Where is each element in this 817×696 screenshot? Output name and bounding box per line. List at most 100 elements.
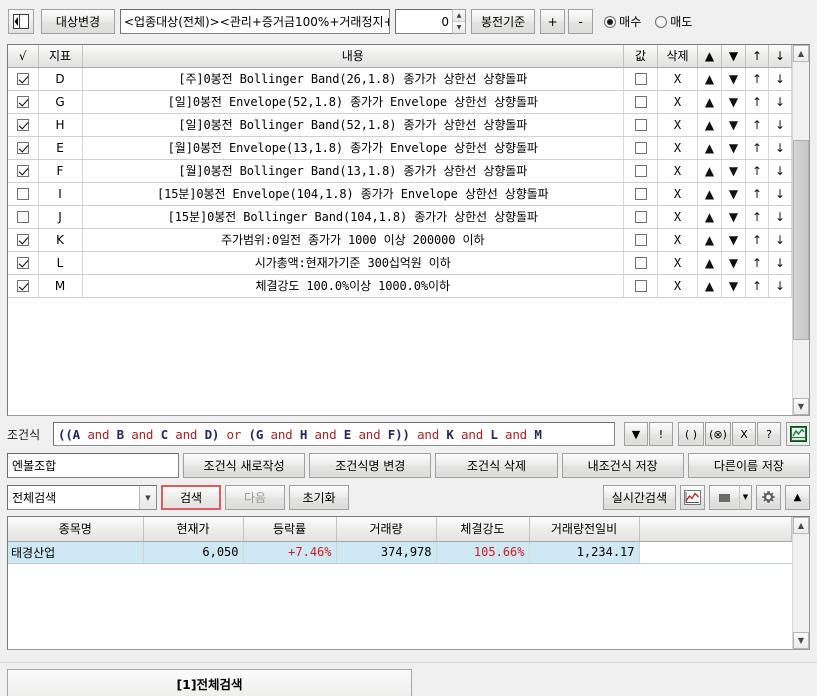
row-value-cell[interactable] <box>623 228 658 252</box>
table-row[interactable]: L 시가총액:현재가기준 300십억원 이하 X ▲ ▼ ↑ ↓ <box>8 251 792 275</box>
row-move-top-button[interactable]: ▲ <box>697 251 722 275</box>
results-scroll-down-icon[interactable]: ▼ <box>793 632 809 649</box>
excel-export-icon[interactable] <box>786 422 810 446</box>
row-move-bottom-button[interactable]: ▼ <box>721 251 746 275</box>
row-value-cell[interactable] <box>623 182 658 206</box>
row-value-cell[interactable] <box>623 90 658 114</box>
row-move-bottom-button[interactable]: ▼ <box>721 182 746 206</box>
row-enable-cell[interactable] <box>8 90 39 114</box>
scroll-down-icon[interactable]: ▼ <box>793 398 809 415</box>
row-value-checkbox[interactable] <box>634 211 647 223</box>
row-move-top-button[interactable]: ▲ <box>697 228 722 252</box>
save-as-condition-button[interactable]: 다른이름 저장 <box>687 453 811 478</box>
row-move-down-button[interactable]: ↓ <box>768 205 792 229</box>
row-enable-checkbox[interactable] <box>16 165 29 177</box>
chart-icon[interactable] <box>680 485 705 510</box>
radio-sell-dot-icon[interactable] <box>655 15 668 28</box>
row-move-down-button[interactable]: ↓ <box>768 136 792 160</box>
row-move-down-button[interactable]: ↓ <box>768 159 792 183</box>
formula-parenthesis-button[interactable]: ( ) <box>678 422 704 446</box>
row-move-bottom-button[interactable]: ▼ <box>721 67 746 91</box>
reset-button[interactable]: 초기화 <box>289 485 349 510</box>
row-enable-checkbox[interactable] <box>16 142 29 154</box>
row-value-checkbox[interactable] <box>634 234 647 246</box>
row-value-cell[interactable] <box>623 274 658 298</box>
table-row[interactable]: K 주가범위:0일전 종가가 1000 이상 200000 이하 X ▲ ▼ ↑ ↓ <box>8 228 792 252</box>
row-enable-checkbox[interactable] <box>16 280 29 292</box>
results-col-price[interactable]: 현재가 <box>143 517 244 542</box>
row-enable-checkbox[interactable] <box>16 73 29 85</box>
row-delete-button[interactable]: X <box>657 182 698 206</box>
scroll-thumb[interactable] <box>793 140 809 340</box>
table-row[interactable]: D [주]0봉전 Bollinger Band(26,1.8) 종가가 상한선 상… <box>8 67 792 91</box>
row-delete-button[interactable]: X <box>657 90 698 114</box>
condition-name-input[interactable]: 엔볼조합 <box>7 453 179 478</box>
table-row[interactable]: E [월]0봉전 Envelope(13,1.8) 종가가 Envelope 상한… <box>8 136 792 160</box>
table-row[interactable]: F [월]0봉전 Bollinger Band(13,1.8) 종가가 상한선 상… <box>8 159 792 183</box>
results-scroll-up-icon[interactable]: ▲ <box>793 517 809 534</box>
row-move-down-button[interactable]: ↓ <box>768 67 792 91</box>
formula-dropdown-button[interactable]: ▼ <box>624 422 648 446</box>
scroll-track[interactable] <box>793 62 809 398</box>
row-move-up-button[interactable]: ↑ <box>745 90 769 114</box>
formula-delete-button[interactable]: X <box>732 422 756 446</box>
row-delete-button[interactable]: X <box>657 251 698 275</box>
rename-condition-button[interactable]: 조건식명 변경 <box>309 453 432 478</box>
row-enable-cell[interactable] <box>8 205 39 229</box>
row-move-up-button[interactable]: ↑ <box>745 228 769 252</box>
row-delete-button[interactable]: X <box>657 113 698 137</box>
row-delete-button[interactable]: X <box>657 159 698 183</box>
formula-input[interactable]: ((A and B and C and D) or (G and H and E… <box>53 422 615 446</box>
panel-toggle-icon[interactable] <box>8 9 34 34</box>
row-move-up-button[interactable]: ↑ <box>745 67 769 91</box>
row-move-top-button[interactable]: ▲ <box>697 205 722 229</box>
results-col-change[interactable]: 등락률 <box>243 517 337 542</box>
row-value-cell[interactable] <box>623 205 658 229</box>
row-value-checkbox[interactable] <box>634 188 647 200</box>
target-change-button[interactable]: 대상변경 <box>41 9 115 34</box>
row-enable-cell[interactable] <box>8 136 39 160</box>
results-col-volratio[interactable]: 거래량전일비 <box>529 517 640 542</box>
col-indicator[interactable]: 지표 <box>38 45 83 68</box>
row-value-checkbox[interactable] <box>634 257 647 269</box>
row-move-top-button[interactable]: ▲ <box>697 274 722 298</box>
row-move-down-button[interactable]: ↓ <box>768 274 792 298</box>
save-condition-button[interactable]: 내조건식 저장 <box>561 453 684 478</box>
row-enable-cell[interactable] <box>8 159 39 183</box>
row-move-up-button[interactable]: ↑ <box>745 159 769 183</box>
row-enable-cell[interactable] <box>8 228 39 252</box>
new-condition-button[interactable]: 조건식 새로작성 <box>183 453 306 478</box>
row-enable-cell[interactable] <box>8 182 39 206</box>
table-row[interactable]: M 체결강도 100.0%이상 1000.0%이하 X ▲ ▼ ↑ ↓ <box>8 274 792 298</box>
formula-help-button[interactable]: ? <box>757 422 781 446</box>
results-scrollbar[interactable]: ▲ ▼ <box>792 517 809 649</box>
row-enable-checkbox[interactable] <box>16 188 29 200</box>
row-enable-cell[interactable] <box>8 251 39 275</box>
row-move-bottom-button[interactable]: ▼ <box>721 159 746 183</box>
bong-count-input[interactable]: 0 <box>395 9 452 34</box>
col-move-top[interactable]: ▲ <box>697 45 722 68</box>
row-move-up-button[interactable]: ↑ <box>745 251 769 275</box>
row-move-up-button[interactable]: ↑ <box>745 136 769 160</box>
formula-clear-parenthesis-button[interactable]: (⊗) <box>705 422 731 446</box>
radio-sell[interactable]: 매도 <box>655 13 692 30</box>
row-value-checkbox[interactable] <box>634 119 647 131</box>
results-col-name[interactable]: 종목명 <box>8 517 144 542</box>
row-value-cell[interactable] <box>623 67 658 91</box>
delete-condition-button[interactable]: 조건식 삭제 <box>435 453 558 478</box>
spin-up-icon[interactable]: ▲ <box>453 10 465 22</box>
row-value-checkbox[interactable] <box>634 165 647 177</box>
condition-list-scrollbar[interactable]: ▲ ▼ <box>792 45 809 415</box>
radio-buy-dot-icon[interactable] <box>604 15 617 28</box>
col-move-bottom[interactable]: ▼ <box>721 45 746 68</box>
row-move-top-button[interactable]: ▲ <box>697 136 722 160</box>
row-move-top-button[interactable]: ▲ <box>697 159 722 183</box>
row-move-down-button[interactable]: ↓ <box>768 182 792 206</box>
col-content[interactable]: 내용 <box>82 45 624 68</box>
row-move-top-button[interactable]: ▲ <box>697 113 722 137</box>
row-enable-cell[interactable] <box>8 274 39 298</box>
col-check[interactable]: √ <box>8 45 39 68</box>
collapse-up-icon[interactable]: ▲ <box>785 485 810 510</box>
row-move-down-button[interactable]: ↓ <box>768 251 792 275</box>
next-button[interactable]: 다음 <box>225 485 285 510</box>
